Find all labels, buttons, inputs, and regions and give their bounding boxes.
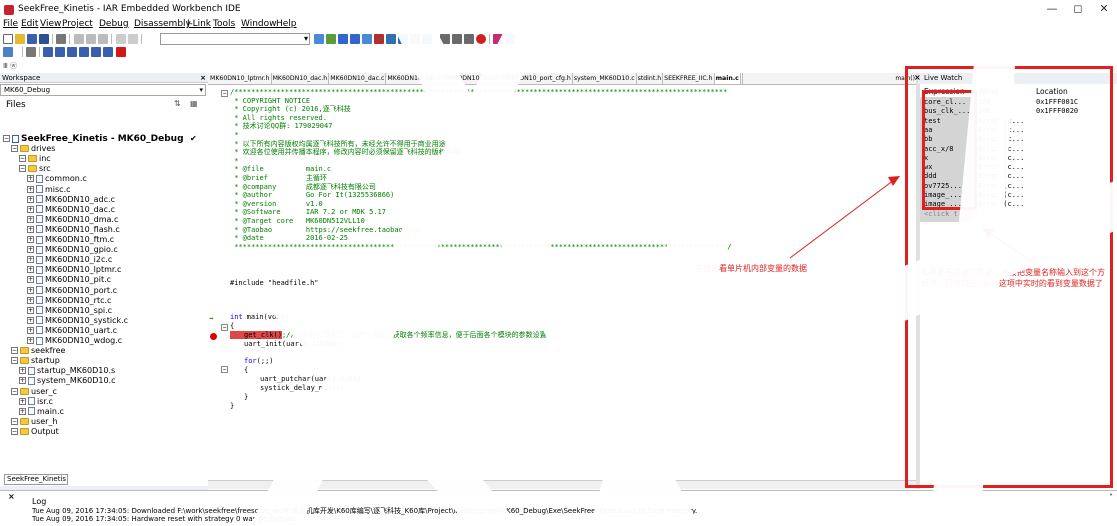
log-line: Tue Aug 09, 2016 17:34:05: Hardware rese… xyxy=(32,515,296,523)
arrow-head-2 xyxy=(982,228,994,238)
ide-window: SeekFree_Kinetis - IAR Embedded Workbenc… xyxy=(0,0,1117,526)
arrow-head-1 xyxy=(888,176,900,186)
close-icon[interactable]: × xyxy=(8,492,15,501)
annotation-arrows xyxy=(789,176,1036,265)
log-title: Log xyxy=(32,497,47,506)
arrow-line-1 xyxy=(789,179,895,259)
chevron-up-icon[interactable]: ˄ xyxy=(1109,493,1113,502)
arrow-line-2 xyxy=(987,231,1036,265)
log-panel: × Log Tue Aug 09, 2016 17:34:05: Downloa… xyxy=(0,490,1117,526)
